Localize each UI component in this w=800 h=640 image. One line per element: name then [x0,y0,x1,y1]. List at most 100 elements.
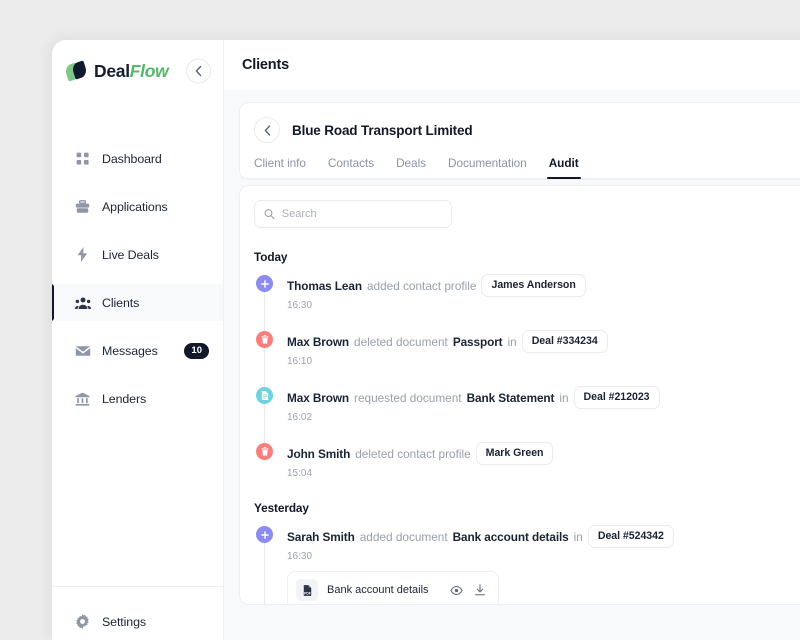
eye-icon[interactable] [449,585,463,596]
event-avatar-plus [256,275,273,292]
sidebar-item-label: Lenders [102,391,147,406]
page-title: Clients [242,57,289,73]
brand: DealFlow [52,40,223,102]
event-actor: Thomas Lean [287,278,362,293]
trash-icon [260,447,269,456]
event-actor: John Smith [287,446,351,461]
sidebar-item-messages[interactable]: Messages 10 [52,332,223,369]
sidebar-item-label: Applications [102,199,168,214]
tab-documentation[interactable]: Documentation [448,156,527,178]
sidebar-item-applications[interactable]: Applications [52,188,223,225]
event-actor: Max Brown [287,334,350,349]
timeline-connector [264,292,265,332]
lightning-icon [74,246,91,263]
attachment-name: Bank account details [327,584,429,596]
brand-title-accent: Flow [129,60,169,81]
event-time: 16:02 [287,412,313,423]
event-avatar-delete [256,331,273,348]
sidebar: DealFlow Dashboard Applications Live Dea… [52,40,224,640]
brand-title-primary: Deal [94,60,130,81]
event-actor: Max Brown [287,390,350,405]
search-input[interactable] [281,208,442,220]
event-chip[interactable]: Deal #334234 [521,330,608,353]
tab-deals[interactable]: Deals [396,156,426,178]
timeline-yesterday: Sarah Smith added document Bank account … [254,525,800,604]
event-main: Max Brown deleted document Passport in D… [287,330,800,353]
event-avatar-request [256,387,273,404]
event-chip[interactable]: Deal #212023 [573,386,660,409]
event-main: Sarah Smith added document Bank account … [287,525,800,548]
client-header-card: Blue Road Transport Limited Client info … [239,102,800,180]
event-time: 16:30 [287,551,313,562]
event-subject: Bank account details [452,529,569,544]
main-body: Blue Road Transport Limited Client info … [224,90,800,640]
bank-icon [74,390,91,407]
sidebar-item-label: Messages [102,343,158,358]
timeline-connector [264,404,265,444]
search-icon [264,209,275,220]
event-avatar-delete [256,443,273,460]
event-connector-word: in [507,334,517,349]
download-icon[interactable] [474,584,486,596]
audit-event: Sarah Smith added document Bank account … [254,525,800,604]
envelope-icon [74,342,91,359]
sidebar-footer: Settings [52,586,223,640]
event-action: requested document [354,390,462,405]
timeline-connector [264,543,265,604]
event-connector-word: in [559,390,569,405]
section-label-today: Today [254,250,288,264]
event-actor: Sarah Smith [287,529,355,544]
event-main: Max Brown requested document Bank Statem… [287,386,800,409]
audit-event: Thomas Lean added contact profile James … [254,274,800,332]
sidebar-item-dashboard[interactable]: Dashboard [52,140,223,177]
event-time: 16:10 [287,356,313,367]
event-chip[interactable]: Deal #524342 [587,525,674,548]
event-action: deleted contact profile [355,446,471,461]
plus-icon [260,279,269,288]
timeline-today: Thomas Lean added contact profile James … [254,274,800,479]
timeline-connector [264,348,265,388]
sidebar-item-label: Dashboard [102,151,162,166]
tab-audit[interactable]: Audit [546,156,581,179]
event-connector-word: in [573,529,583,544]
grid-icon [74,150,91,167]
audit-event: Max Brown requested document Bank Statem… [254,386,800,444]
back-button[interactable] [254,117,280,143]
section-label-yesterday: Yesterday [254,501,309,515]
page-header: Clients [224,40,800,90]
client-tabs: Client info Contacts Deals Documentation… [240,156,800,179]
event-main: John Smith deleted contact profile Mark … [287,442,800,465]
sidebar-item-clients[interactable]: Clients [52,284,223,321]
client-row: Blue Road Transport Limited [240,117,800,143]
messages-badge: 10 [184,342,209,359]
event-time: 15:04 [287,468,313,479]
event-chip[interactable]: James Anderson [481,274,586,297]
event-action: added contact profile [366,278,477,293]
sidebar-collapse-button[interactable] [186,58,211,84]
sidebar-item-label: Clients [102,295,140,310]
brand-title: DealFlow [94,60,169,82]
event-action: deleted document [354,334,448,349]
sidebar-item-label: Live Deals [102,247,159,262]
sidebar-item-lenders[interactable]: Lenders [52,380,223,417]
main-content: Clients Blue Road Transport Limited Clie… [224,40,800,640]
tab-contacts[interactable]: Contacts [328,156,374,178]
event-subject: Bank Statement [466,390,555,405]
sidebar-item-settings[interactable]: Settings [52,603,223,640]
sidebar-item-live-deals[interactable]: Live Deals [52,236,223,273]
chevron-left-icon [264,124,270,136]
event-chip[interactable]: Mark Green [475,442,554,465]
audit-card: Today Thomas Lean added contact profile [239,185,800,605]
app-window: DealFlow Dashboard Applications Live Dea… [52,40,800,640]
document-icon [261,391,268,400]
event-time: 16:30 [287,300,313,311]
svg-text:PDF: PDF [304,591,311,595]
gear-icon [74,613,91,630]
event-subject: Passport [452,334,503,349]
tab-client-info[interactable]: Client info [254,156,306,178]
pdf-file-icon: PDF [296,579,318,601]
event-main: Thomas Lean added contact profile James … [287,274,800,297]
search-box[interactable] [254,200,452,228]
chevron-left-icon [195,65,202,77]
audit-event: Max Brown deleted document Passport in D… [254,330,800,388]
